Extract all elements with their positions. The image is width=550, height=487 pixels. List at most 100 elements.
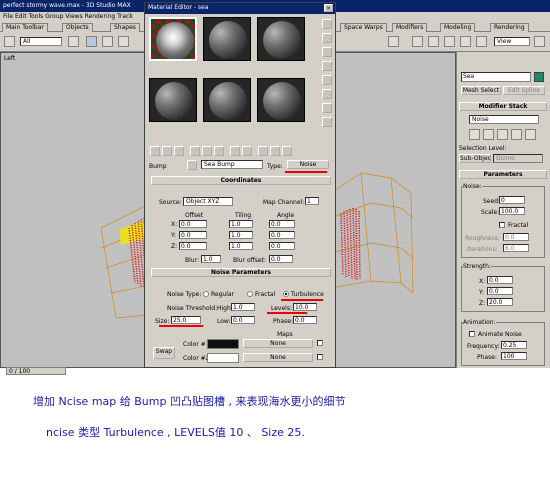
video-check-icon[interactable] bbox=[322, 75, 332, 85]
high-field[interactable]: 1.0 bbox=[231, 303, 255, 311]
sample-slot-3[interactable] bbox=[257, 17, 305, 61]
angle-x-field[interactable]: 0.0 bbox=[269, 220, 295, 228]
modifier-stack-rollout[interactable]: Modifier Stack bbox=[459, 102, 547, 111]
strength-y-field[interactable]: 0.0 bbox=[487, 287, 513, 295]
sample-slot-6[interactable] bbox=[257, 78, 305, 122]
selection-filter-select[interactable]: All bbox=[20, 37, 62, 46]
delete-icon[interactable] bbox=[190, 146, 200, 156]
strength-z-field[interactable]: 20.0 bbox=[487, 298, 513, 306]
material-editor-icon[interactable] bbox=[460, 36, 471, 47]
color1-swatch[interactable] bbox=[207, 339, 239, 349]
sample-slot-1[interactable] bbox=[149, 17, 197, 61]
iterations-field[interactable]: 6.0 bbox=[503, 244, 529, 252]
make-unique-icon[interactable] bbox=[202, 146, 212, 156]
scale-field[interactable]: 100.0 bbox=[499, 207, 525, 215]
color2-map-checkbox[interactable] bbox=[317, 354, 323, 360]
get-material-icon[interactable] bbox=[150, 146, 160, 156]
viewport-time-slider[interactable]: 0 / 100 bbox=[6, 367, 66, 375]
phase-field[interactable]: 100 bbox=[501, 352, 527, 360]
show-end-result-icon[interactable] bbox=[497, 129, 508, 140]
seed-field[interactable]: 0 bbox=[499, 196, 525, 204]
tiling-x-field[interactable]: 1.0 bbox=[229, 220, 253, 228]
map-channel-field[interactable]: 1 bbox=[305, 197, 319, 205]
color1-map-button[interactable]: None bbox=[243, 339, 313, 348]
close-icon[interactable]: × bbox=[324, 4, 333, 12]
put-to-library-icon[interactable] bbox=[214, 146, 224, 156]
pin-stack-icon[interactable] bbox=[469, 129, 480, 140]
angle-y-field[interactable]: 0.0 bbox=[269, 231, 295, 239]
levels-field[interactable]: 10.0 bbox=[293, 303, 317, 311]
fractal-radio[interactable] bbox=[247, 291, 253, 297]
backlight-icon[interactable] bbox=[322, 33, 332, 43]
make-preview-icon[interactable] bbox=[322, 89, 332, 99]
align-icon[interactable] bbox=[388, 36, 399, 47]
fractal-checkbox[interactable] bbox=[499, 222, 505, 228]
angle-z-field[interactable]: 0.0 bbox=[269, 242, 295, 250]
source-select[interactable]: Object XYZ bbox=[183, 197, 233, 206]
tab-modeling[interactable]: Modeling bbox=[440, 23, 476, 32]
regular-radio[interactable] bbox=[203, 291, 209, 297]
sample-slot-2[interactable] bbox=[203, 17, 251, 61]
sample-slot-4[interactable] bbox=[149, 78, 197, 122]
object-color-swatch[interactable] bbox=[534, 72, 544, 82]
swap-button[interactable]: Swap bbox=[153, 347, 175, 359]
animate-noise-checkbox[interactable] bbox=[469, 331, 475, 337]
blur-offset-field[interactable]: 0.0 bbox=[269, 255, 293, 263]
modifier-stack-select[interactable]: Noise bbox=[469, 115, 539, 124]
tab-shapes[interactable]: Shapes bbox=[110, 23, 140, 32]
rotate-icon[interactable] bbox=[102, 36, 113, 47]
color1-map-checkbox[interactable] bbox=[317, 340, 323, 346]
phase-field[interactable]: 0.0 bbox=[293, 316, 317, 324]
render-icon[interactable] bbox=[476, 36, 487, 47]
object-name-field[interactable]: Sea bbox=[461, 72, 531, 82]
select-by-material-icon[interactable] bbox=[322, 117, 332, 127]
active-inactive-icon[interactable] bbox=[483, 129, 494, 140]
background-icon[interactable] bbox=[322, 47, 332, 57]
strength-x-field[interactable]: 0.0 bbox=[487, 276, 513, 284]
tab-rendering[interactable]: Rendering bbox=[490, 23, 529, 32]
options-icon[interactable] bbox=[322, 103, 332, 113]
color2-swatch[interactable] bbox=[207, 353, 239, 363]
go-to-parent-icon[interactable] bbox=[270, 146, 280, 156]
offset-x-field[interactable]: 0.0 bbox=[179, 220, 207, 228]
size-field[interactable]: 25.0 bbox=[171, 316, 201, 324]
make-unique-icon[interactable] bbox=[511, 129, 522, 140]
remove-modifier-icon[interactable] bbox=[525, 129, 536, 140]
roughness-field[interactable]: 0.0 bbox=[503, 233, 529, 241]
color2-map-button[interactable]: None bbox=[243, 353, 313, 362]
assign-material-icon[interactable] bbox=[174, 146, 184, 156]
offset-y-field[interactable]: 0.0 bbox=[179, 231, 207, 239]
map-type-button[interactable]: Noise bbox=[287, 160, 329, 169]
blur-field[interactable]: 1.0 bbox=[201, 255, 221, 263]
tab-objects[interactable]: Objects bbox=[62, 23, 93, 32]
select-icon[interactable] bbox=[68, 36, 79, 47]
frequency-field[interactable]: 0.25 bbox=[501, 341, 527, 349]
tab-modifiers[interactable]: Modifiers bbox=[392, 23, 428, 32]
material-effects-icon[interactable] bbox=[230, 146, 240, 156]
schematic-icon[interactable] bbox=[444, 36, 455, 47]
low-field[interactable]: 0.0 bbox=[231, 316, 255, 324]
pick-material-icon[interactable] bbox=[187, 160, 197, 170]
sub-object-select[interactable]: Gizmo bbox=[493, 154, 543, 163]
undo-icon[interactable] bbox=[4, 36, 15, 47]
max-menu-text[interactable]: File Edit Tools Group Views Rendering Tr… bbox=[3, 13, 133, 20]
tiling-z-field[interactable]: 1.0 bbox=[229, 242, 253, 250]
track-view-icon[interactable] bbox=[428, 36, 439, 47]
noise-parameters-rollout[interactable]: Noise Parameters bbox=[151, 268, 331, 277]
sub-object-button[interactable]: Sub-Object bbox=[459, 154, 491, 163]
mesh-select-button[interactable]: Mesh Select bbox=[461, 86, 501, 95]
edit-spline-button[interactable]: Edit Spline bbox=[503, 86, 545, 95]
render-view-select[interactable]: View bbox=[494, 37, 530, 46]
show-map-icon[interactable] bbox=[242, 146, 252, 156]
quick-render-icon[interactable] bbox=[534, 36, 545, 47]
offset-z-field[interactable]: 0.0 bbox=[179, 242, 207, 250]
coordinates-rollout[interactable]: Coordinates bbox=[151, 176, 331, 185]
go-forward-icon[interactable] bbox=[282, 146, 292, 156]
put-to-scene-icon[interactable] bbox=[162, 146, 172, 156]
sample-slot-5[interactable] bbox=[203, 78, 251, 122]
show-end-result-icon[interactable] bbox=[258, 146, 268, 156]
tiling-y-field[interactable]: 1.0 bbox=[229, 231, 253, 239]
mirror-icon[interactable] bbox=[412, 36, 423, 47]
scale-icon[interactable] bbox=[118, 36, 129, 47]
parameters-rollout[interactable]: Parameters bbox=[459, 170, 547, 179]
